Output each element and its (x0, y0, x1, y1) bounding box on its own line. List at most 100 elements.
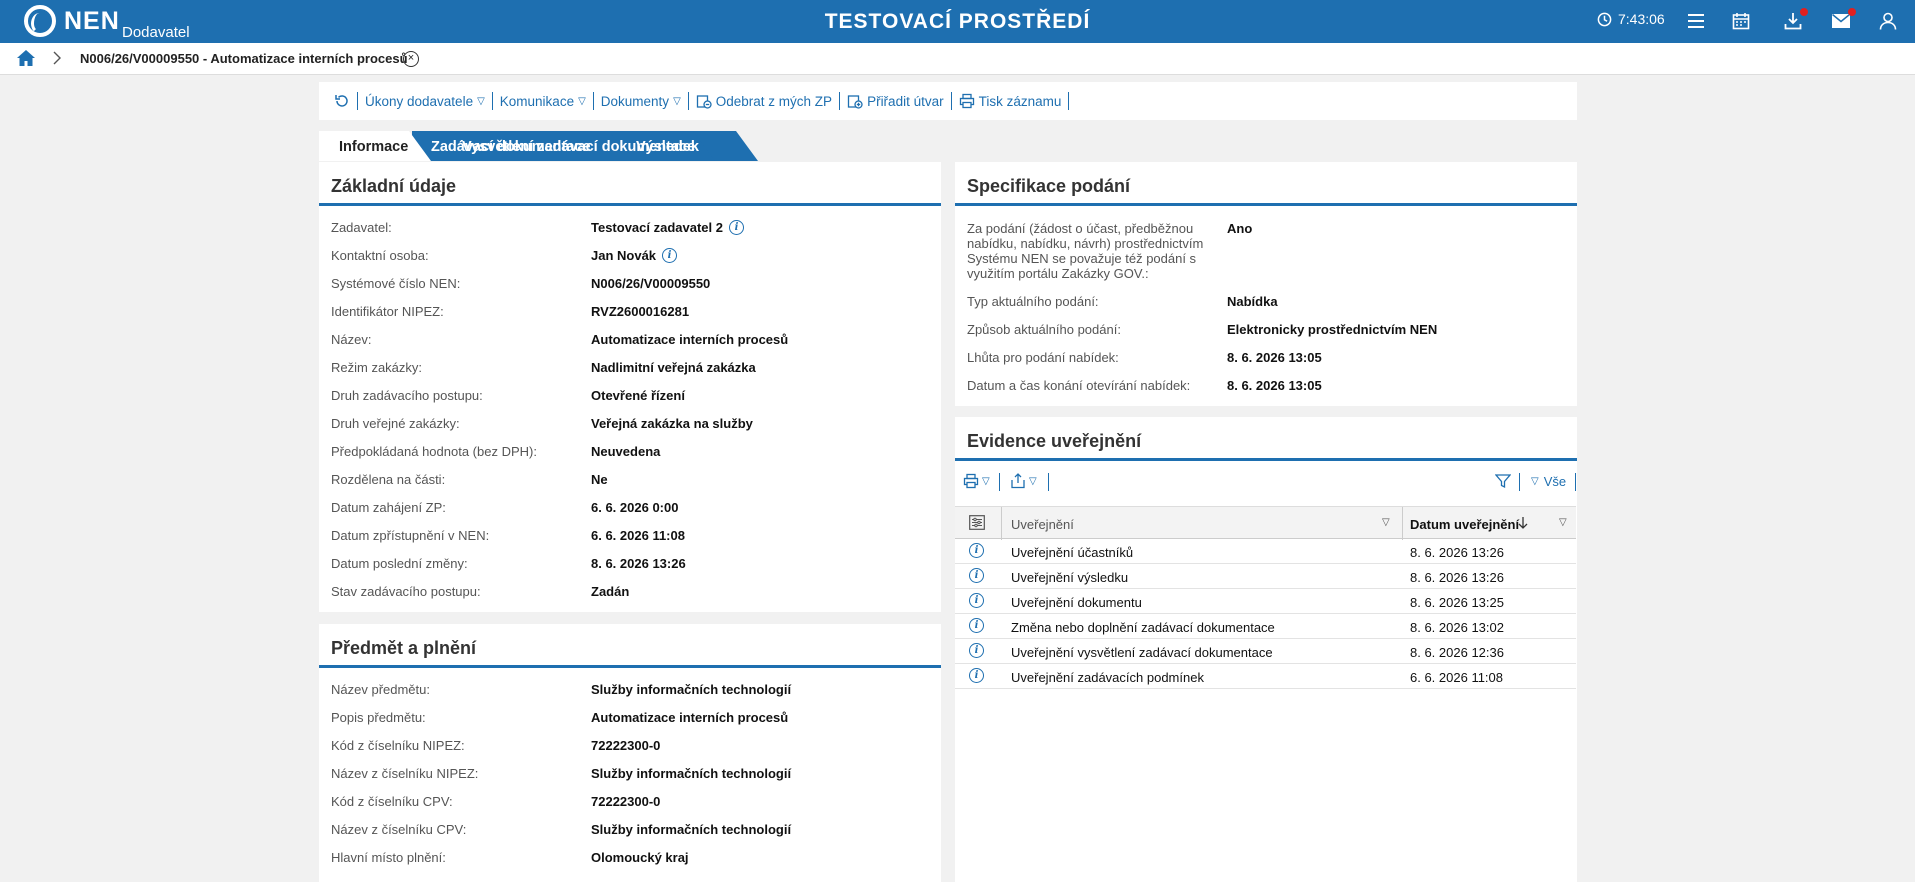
field-label: Identifikátor NIPEZ: (331, 304, 444, 319)
column-filter-icon[interactable]: ▽ (1559, 517, 1567, 528)
info-icon[interactable]: i (969, 643, 984, 658)
field-row: Druh veřejné zakázky: Veřejná zakázka na … (319, 408, 941, 436)
field-row: Typ aktuálního podání: Nabídka (955, 294, 1577, 322)
table-row[interactable]: i Změna nebo doplnění zadávací dokumenta… (955, 614, 1576, 639)
column-header-datum[interactable]: Datum uveřejnění (1410, 517, 1519, 532)
remove-from-my-zp-button[interactable]: Odebrat z mých ZP (689, 93, 839, 109)
panel-title: Předmět a plnění (319, 624, 941, 668)
filter-icon[interactable] (1495, 473, 1511, 489)
cell-date: 8. 6. 2026 13:26 (1410, 545, 1504, 560)
toolbar-label: Odebrat z mých ZP (715, 93, 833, 109)
field-label: Rozdělena na části: (331, 472, 446, 487)
clock-icon (1597, 12, 1612, 26)
info-icon[interactable]: i (662, 248, 678, 263)
field-label: Název z číselníku CPV: (331, 822, 467, 837)
assign-icon (847, 95, 863, 109)
assign-department-button[interactable]: Přiřadit útvar (840, 93, 951, 109)
download-icon[interactable] (1782, 8, 1808, 32)
toolbar-label: Dokumenty (600, 93, 670, 109)
field-row: Název: Automatizace interních procesů (319, 324, 941, 352)
field-value: RVZ2600016281 (591, 304, 690, 319)
triangle-down-icon: ▽ (982, 475, 990, 487)
field-value: Služby informačních technologií (591, 822, 792, 837)
print-record-button[interactable]: Tisk záznamu (952, 93, 1069, 109)
sort-arrow-down-icon[interactable] (1517, 516, 1529, 530)
field-zadavatel: Zadavatel: Testovací zadavatel 2 i (319, 212, 941, 240)
field-row: Datum zpřístupnění v NEN: 6. 6. 2026 11:0… (319, 520, 941, 548)
panel-title: Specifikace podání (955, 162, 1577, 206)
field-row: Kód z číselníku CPV: 72222300-0 (319, 786, 941, 814)
info-icon[interactable]: i (729, 220, 744, 235)
field-value: Otevřené řízení (591, 388, 685, 403)
field-row: Identifikátor NIPEZ: RVZ2600016281 (319, 296, 941, 324)
panel-evidence-uverejneni: Evidence uveřejnění ▽ ▽ ▽ Vše Uveřejnění… (955, 417, 1577, 882)
column-header-uverejneni[interactable]: Uveřejnění (1011, 517, 1074, 532)
home-icon[interactable] (16, 49, 36, 67)
field-row: Název z číselníku CPV: Služby informačníc… (319, 814, 941, 842)
breadcrumb: N006/26/V00009550 - Automatizace interní… (0, 43, 1915, 75)
toolbar-divider (1068, 92, 1070, 110)
cell-name: Uveřejnění dokumentu (1011, 595, 1142, 610)
field-label: Předpokládaná hodnota (bez DPH): (331, 444, 537, 459)
field-value: 6. 6. 2026 11:08 (591, 528, 685, 543)
refresh-icon (335, 95, 348, 107)
calendar-icon[interactable] (1730, 10, 1752, 32)
table-row[interactable]: i Uveřejnění výsledku 8. 6. 2026 13:26 (955, 564, 1576, 589)
field-value: Olomoucký kraj (591, 850, 689, 865)
column-settings-icon[interactable] (969, 515, 985, 530)
toolbar-label: Komunikace (499, 93, 575, 109)
info-icon[interactable]: i (969, 543, 984, 558)
nen-logo-icon[interactable] (24, 5, 56, 37)
field-label: Název: (331, 332, 372, 347)
menu-icon[interactable] (1685, 10, 1707, 32)
field-row: Kód z číselníku NIPEZ: 72222300-0 (319, 730, 941, 758)
field-value: 72222300-0 (591, 738, 661, 753)
toolbar-divider (1048, 473, 1049, 491)
info-icon[interactable]: i (969, 568, 984, 583)
tab-informace[interactable]: Informace (319, 131, 431, 161)
table-row[interactable]: i Uveřejnění vysvětlení zadávací dokumen… (955, 639, 1576, 664)
toolbar-label: Úkony dodavatele (365, 93, 474, 109)
field-value: Neuvedena (591, 444, 661, 459)
printer-icon (959, 93, 974, 109)
evidence-table: Uveřejnění ▽ Datum uveřejnění ▽ i Uveřej… (955, 506, 1576, 689)
field-label: Druh veřejné zakázky: (331, 416, 460, 431)
info-icon[interactable]: i (969, 668, 984, 683)
toolbar-divider (1575, 473, 1576, 491)
ukony-dodavatele-menu[interactable]: Úkony dodavatele ▽ (358, 94, 492, 109)
print-menu-button[interactable]: ▽ (963, 473, 990, 489)
info-icon[interactable]: i (969, 618, 984, 633)
field-row: Druh zadávacího postupu: Otevřené řízení (319, 380, 941, 408)
field-value: Služby informačních technologií (591, 766, 792, 781)
refresh-button[interactable] (327, 93, 357, 109)
field-row: Rozdělena na části: Ne (319, 464, 941, 492)
cell-date: 8. 6. 2026 12:36 (1410, 645, 1504, 660)
table-row[interactable]: i Uveřejnění účastníků 8. 6. 2026 13:26 (955, 539, 1576, 564)
field-label: Datum a čas konání otevírání nabídek: (967, 378, 1191, 393)
field-value: Veřejná zakázka na služby (591, 416, 753, 431)
info-icon[interactable]: i (969, 593, 984, 608)
field-row: Datum zahájení ZP: 6. 6. 2026 0:00 (319, 492, 941, 520)
filter-preset-select[interactable]: ▽ Vše (1531, 474, 1566, 489)
triangle-down-icon: ▽ (1531, 476, 1539, 487)
table-row[interactable]: i Uveřejnění dokumentu 8. 6. 2026 13:25 (955, 589, 1576, 614)
user-icon[interactable] (1877, 10, 1899, 32)
panel-title: Evidence uveřejnění (955, 417, 1577, 461)
column-filter-icon[interactable]: ▽ (1382, 517, 1390, 528)
field-row: Datum poslední změny: 8. 6. 2026 13:26 (319, 548, 941, 576)
triangle-down-icon: ▽ (578, 95, 586, 107)
tab-label: Zadávací dokumentace (431, 139, 591, 155)
field-label: Datum zahájení ZP: (331, 500, 446, 515)
field-value: Ne (591, 472, 608, 487)
mail-icon[interactable] (1830, 8, 1856, 32)
field-value: 8. 6. 2026 13:05 (1227, 350, 1322, 365)
close-icon[interactable]: × (403, 51, 419, 67)
field-label: Zadavatel: (331, 220, 392, 235)
cell-name: Uveřejnění výsledku (1011, 570, 1129, 585)
komunikace-menu[interactable]: Komunikace ▽ (493, 94, 593, 109)
chevron-right-icon (52, 51, 62, 65)
logo-text[interactable]: NEN (64, 7, 120, 36)
dokumenty-menu[interactable]: Dokumenty ▽ (594, 94, 688, 109)
export-menu-button[interactable]: ▽ (1010, 473, 1037, 489)
table-row[interactable]: i Uveřejnění zadávacích podmínek 6. 6. 2… (955, 664, 1576, 689)
